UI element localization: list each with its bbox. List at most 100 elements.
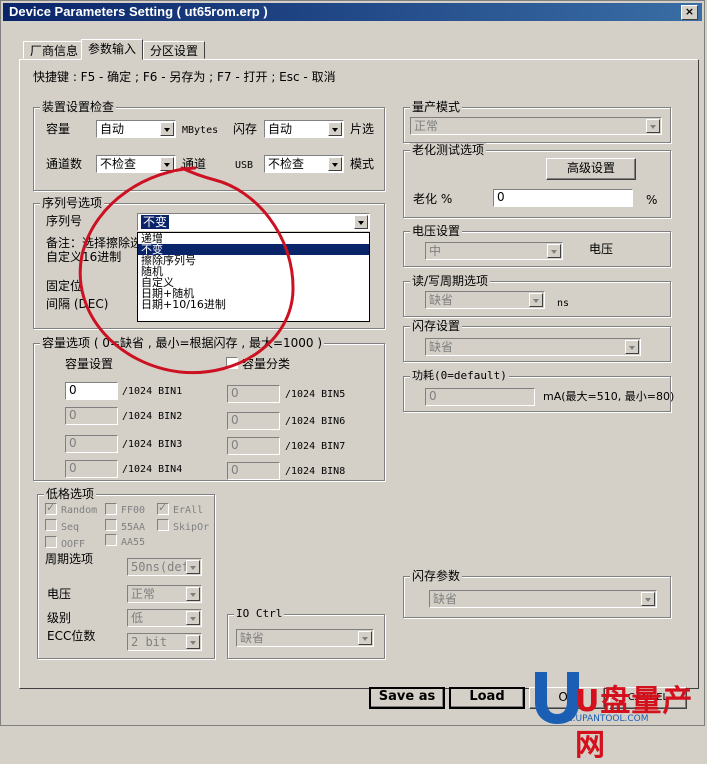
list-item[interactable]: 日期+10/16进制	[138, 299, 369, 310]
aa55-checkbox[interactable]	[105, 534, 117, 546]
rw-cycle-select-value: 缺省	[429, 293, 454, 307]
voltage-select-value: 中	[429, 244, 442, 258]
watermark-logo: U盘量产网 WWW.UPANTOOL.COM	[527, 668, 707, 763]
tab-partition[interactable]: 分区设置	[143, 41, 206, 59]
chevron-down-icon[interactable]	[160, 157, 174, 171]
bin7-label: /1024 BIN7	[285, 441, 346, 452]
power-input[interactable]: 0	[425, 388, 535, 406]
aging-title: 老化测试选项	[410, 143, 487, 157]
cycle-select[interactable]: 50ns(defa	[127, 558, 202, 576]
voltage-select[interactable]: 中	[425, 242, 563, 260]
flash-select[interactable]: 自动	[264, 120, 344, 138]
close-button[interactable]: ×	[681, 5, 698, 20]
usb-select[interactable]: 不检查	[264, 155, 344, 173]
skip-checkbox[interactable]	[157, 519, 169, 531]
voltage-unit: 电压	[589, 242, 614, 256]
serial-title: 序列号选项	[40, 196, 105, 210]
chevron-down-icon[interactable]	[354, 215, 368, 229]
55aa-checkbox[interactable]	[105, 519, 117, 531]
bin8-input[interactable]: 0	[227, 462, 280, 480]
channels-label: 通道数	[46, 157, 83, 171]
random-checkbox[interactable]	[45, 501, 57, 515]
flash-settings-select[interactable]: 缺省	[425, 338, 641, 356]
ecc-select[interactable]: 2 bit	[127, 633, 202, 651]
seq-checkbox[interactable]	[45, 519, 57, 531]
aging-unit: %	[646, 193, 658, 207]
flash-select-value: 自动	[268, 122, 293, 136]
usb-unit: 模式	[350, 157, 375, 171]
list-item[interactable]: 递增	[138, 233, 369, 244]
chevron-down-icon[interactable]	[186, 587, 200, 601]
serial-fixed-label: 固定位	[46, 279, 83, 293]
chevron-down-icon[interactable]	[646, 119, 660, 133]
erall-checkbox[interactable]	[157, 501, 169, 515]
flash-settings-title: 闪存设置	[410, 319, 463, 333]
bin1-input[interactable]: 0	[65, 382, 118, 400]
ooff-label: OOFF	[61, 539, 86, 550]
seq-label: Seq	[61, 522, 80, 533]
io-ctrl-select-value: 缺省	[240, 631, 265, 645]
chevron-down-icon[interactable]	[328, 157, 342, 171]
channels-select[interactable]: 不检查	[96, 155, 176, 173]
bin4-input[interactable]: 0	[65, 460, 118, 478]
channels-select-value: 不检查	[100, 157, 137, 171]
chevron-down-icon[interactable]	[358, 631, 372, 645]
bin6-input[interactable]: 0	[227, 412, 280, 430]
capacity-setting-label: 容量设置	[65, 357, 114, 371]
io-ctrl-title: IO Ctrl	[234, 607, 285, 621]
advanced-settings-button[interactable]: 高级设置	[546, 158, 636, 180]
serial-select-value: 不变	[141, 215, 170, 229]
level-select[interactable]: 低	[127, 609, 202, 627]
chevron-down-icon[interactable]	[641, 592, 655, 606]
power-unit: mA(最大=510, 最小=80)	[543, 390, 675, 403]
chevron-down-icon[interactable]	[328, 122, 342, 136]
capacity-select-value: 自动	[100, 122, 125, 136]
serial-interval-label: 间隔 (DEC)	[46, 297, 109, 311]
shortcut-hint: 快捷键 : F5 - 确定 ; F6 - 另存为 ; F7 - 打开 ; Esc…	[33, 70, 336, 84]
aging-input[interactable]: 0	[493, 189, 633, 207]
chevron-down-icon[interactable]	[186, 560, 200, 574]
ooff-checkbox[interactable]	[45, 536, 57, 548]
title-bar[interactable]: Device Parameters Setting ( ut65rom.erp …	[3, 3, 702, 21]
device-check-title: 装置设置检查	[40, 100, 117, 114]
chevron-down-icon[interactable]	[625, 340, 639, 354]
rw-cycle-select[interactable]: 缺省	[425, 291, 545, 309]
load-button[interactable]: Load	[449, 687, 525, 709]
skip-label: SkipOr	[173, 522, 210, 533]
lowformat-title: 低格选项	[44, 487, 97, 501]
bin1-label: /1024 BIN1	[122, 386, 183, 397]
chevron-down-icon[interactable]	[529, 293, 543, 307]
chevron-down-icon[interactable]	[160, 122, 174, 136]
serial-dropdown-list[interactable]: 递增 不变 擦除序列号 随机 自定义 日期+随机 日期+10/16进制	[137, 232, 370, 322]
bin5-input[interactable]: 0	[227, 385, 280, 403]
bin2-input[interactable]: 0	[65, 407, 118, 425]
serial-custom-hex: 自定义16进制	[46, 250, 122, 264]
voltage-title: 电压设置	[410, 224, 463, 238]
ff00-checkbox[interactable]	[105, 503, 117, 515]
list-item[interactable]: 擦除序列号	[138, 255, 369, 266]
chevron-down-icon[interactable]	[186, 635, 200, 649]
rw-cycle-unit: ns	[557, 298, 570, 309]
usb-label: USB	[235, 160, 254, 171]
chevron-down-icon[interactable]	[547, 244, 561, 258]
save-as-button[interactable]: Save as	[369, 687, 445, 709]
bin3-input[interactable]: 0	[65, 435, 118, 453]
capacity-group-title: 容量选项 ( 0=缺省 , 最小=根据闪存 , 最大=1000 )	[40, 336, 325, 350]
io-ctrl-select[interactable]: 缺省	[236, 629, 374, 647]
capacity-select[interactable]: 自动	[96, 120, 176, 138]
capacity-classify-checkbox[interactable]	[226, 357, 238, 369]
flash-settings-select-value: 缺省	[429, 340, 454, 354]
ecc-select-value: 2 bit	[131, 635, 168, 649]
flash-label: 闪存	[233, 122, 258, 136]
serial-select[interactable]: 不变	[137, 213, 370, 231]
tab-vendor-info[interactable]: 厂商信息	[23, 41, 86, 59]
chevron-down-icon[interactable]	[186, 611, 200, 625]
mass-mode-title: 量产模式	[410, 100, 463, 114]
flash-param-select[interactable]: 缺省	[429, 590, 657, 608]
mass-mode-select[interactable]: 正常	[410, 117, 662, 135]
bin7-input[interactable]: 0	[227, 437, 280, 455]
tab-parameters[interactable]: 参数输入	[81, 39, 144, 60]
lf-voltage-select[interactable]: 正常	[127, 585, 202, 603]
channels-unit: 通道	[182, 157, 207, 171]
bin3-label: /1024 BIN3	[122, 439, 183, 450]
